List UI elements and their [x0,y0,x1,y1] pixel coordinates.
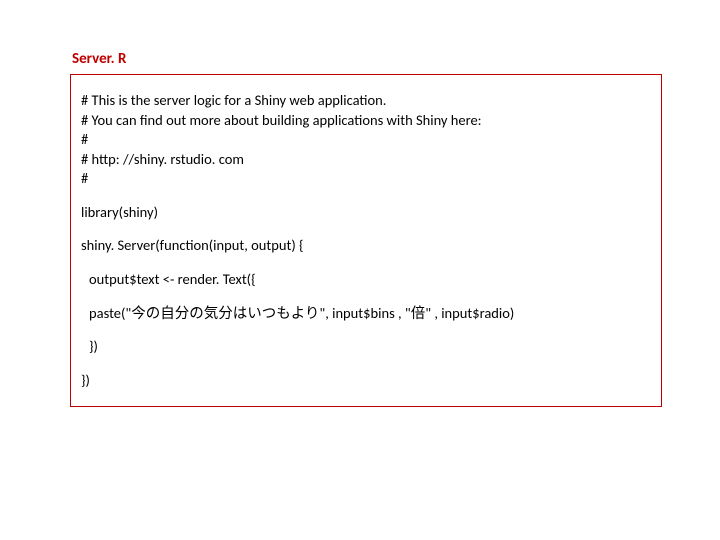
output-assign-line: output$text <- render. Text({ [89,270,651,290]
file-title: Server. R [72,50,662,68]
output-assign-block: output$text <- render. Text({ [81,270,651,290]
close-inner-block: }) [81,337,651,357]
paste-line-block: paste("今の自分の気分はいつもより", input$bins , "倍" … [81,304,651,324]
comment-line: # [81,130,651,150]
comment-line: # http: //shiny. rstudio. com [81,150,651,170]
comment-line: # [81,169,651,189]
library-line-block: library(shiny) [81,203,651,223]
comment-block: # This is the server logic for a Shiny w… [81,91,651,189]
paste-line: paste("今の自分の気分はいつもより", input$bins , "倍" … [89,304,651,324]
server-open-line: shiny. Server(function(input, output) { [81,236,651,256]
close-outer-block: }) [81,371,651,391]
comment-line: # You can find out more about building a… [81,111,651,131]
code-box: # This is the server logic for a Shiny w… [70,74,662,407]
document-container: Server. R # This is the server logic for… [70,50,662,407]
close-outer-line: }) [81,371,651,391]
server-open-block: shiny. Server(function(input, output) { [81,236,651,256]
close-inner-line: }) [89,337,651,357]
library-line: library(shiny) [81,203,651,223]
comment-line: # This is the server logic for a Shiny w… [81,91,651,111]
